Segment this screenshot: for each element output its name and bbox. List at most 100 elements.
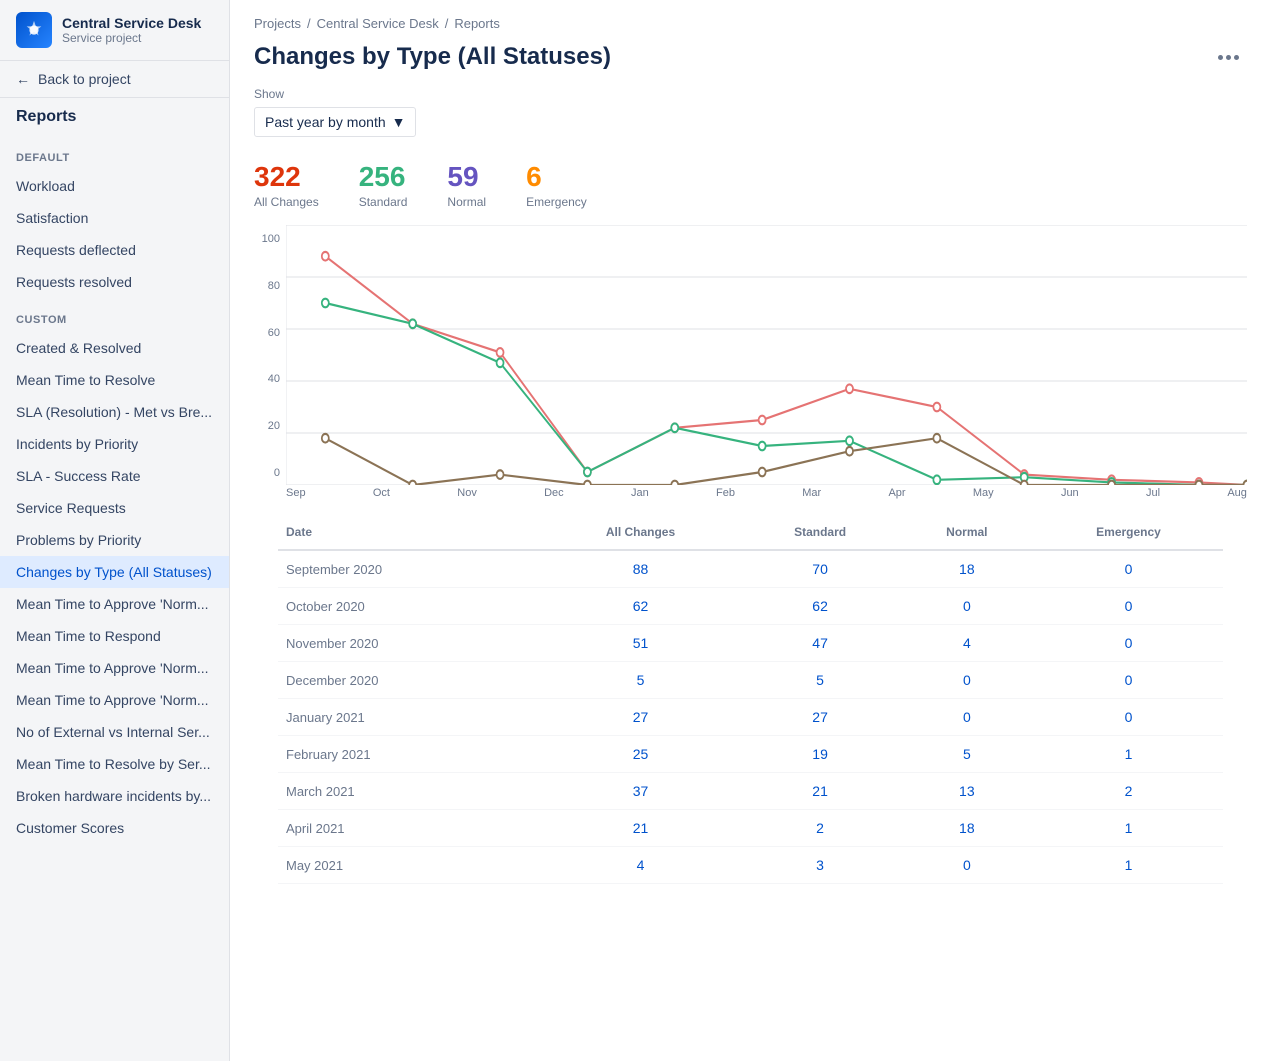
sidebar-item-satisfaction[interactable]: Satisfaction: [0, 202, 229, 234]
sidebar-item-service-requests[interactable]: Service Requests: [0, 492, 229, 524]
cell-normal-1: 0: [900, 588, 1034, 625]
sidebar-item-sla-resolution[interactable]: SLA (Resolution) - Met vs Bre...: [0, 396, 229, 428]
x-label-may: May: [973, 487, 994, 499]
cell-all-2: 51: [541, 625, 741, 662]
x-label-apr: Apr: [888, 487, 905, 499]
table-row: March 2021 37 21 13 2: [278, 773, 1223, 810]
sidebar: Central Service Desk Service project ← B…: [0, 0, 230, 1061]
cell-normal-2: 4: [900, 625, 1034, 662]
cell-date-5: February 2021: [278, 736, 541, 773]
cell-emergency-2: 0: [1034, 625, 1223, 662]
x-label-mar: Mar: [802, 487, 821, 499]
sidebar-item-customer-scores[interactable]: Customer Scores: [0, 812, 229, 844]
sidebar-item-changes-type[interactable]: Changes by Type (All Statuses): [0, 556, 229, 588]
y-label-60: 60: [268, 327, 280, 339]
cell-standard-4: 27: [740, 699, 899, 736]
x-label-jun: Jun: [1061, 487, 1079, 499]
sidebar-item-created-resolved[interactable]: Created & Resolved: [0, 332, 229, 364]
sidebar-item-mta-norm-3[interactable]: Mean Time to Approve 'Norm...: [0, 684, 229, 716]
project-logo: [16, 12, 52, 48]
dropdown-label: Past year by month: [265, 114, 386, 130]
cell-date-4: January 2021: [278, 699, 541, 736]
show-dropdown[interactable]: Past year by month ▼: [254, 107, 416, 137]
stat-label-all-changes: All Changes: [254, 195, 319, 209]
cell-normal-0: 18: [900, 550, 1034, 588]
cell-emergency-6: 2: [1034, 773, 1223, 810]
stat-standard: 256 Standard: [359, 161, 408, 209]
x-label-sep: Sep: [286, 487, 306, 499]
stat-value-standard: 256: [359, 161, 408, 193]
sidebar-item-incidents-priority[interactable]: Incidents by Priority: [0, 428, 229, 460]
breadcrumb: Projects / Central Service Desk / Report…: [230, 0, 1271, 39]
sidebar-item-problems-priority[interactable]: Problems by Priority: [0, 524, 229, 556]
x-label-feb: Feb: [716, 487, 735, 499]
col-header-date: Date: [278, 515, 541, 550]
y-label-0: 0: [274, 467, 280, 479]
stat-label-standard: Standard: [359, 195, 408, 209]
x-label-jul: Jul: [1146, 487, 1160, 499]
cell-standard-8: 3: [740, 847, 899, 884]
cell-emergency-0: 0: [1034, 550, 1223, 588]
y-axis: 100 80 60 40 20 0: [254, 225, 286, 499]
cell-date-1: October 2020: [278, 588, 541, 625]
project-type: Service project: [62, 31, 201, 45]
sidebar-item-workload[interactable]: Workload: [0, 170, 229, 202]
breadcrumb-reports: Reports: [454, 16, 500, 31]
sidebar-item-sla-success[interactable]: SLA - Success Rate: [0, 460, 229, 492]
stat-emergency: 6 Emergency: [526, 161, 587, 209]
main-content: Projects / Central Service Desk / Report…: [230, 0, 1271, 1061]
x-axis-labels: Sep Oct Nov Dec Jan Feb Mar Apr May Jun …: [286, 485, 1247, 499]
sidebar-item-mtr[interactable]: Mean Time to Resolve: [0, 364, 229, 396]
stat-value-emergency: 6: [526, 161, 587, 193]
sidebar-project-header: Central Service Desk Service project: [0, 0, 229, 61]
y-label-20: 20: [268, 420, 280, 432]
chevron-down-icon: ▼: [392, 114, 406, 130]
cell-standard-5: 19: [740, 736, 899, 773]
cell-normal-5: 5: [900, 736, 1034, 773]
table-header-row: Date All Changes Standard Normal Emergen…: [278, 515, 1223, 550]
x-label-oct: Oct: [373, 487, 390, 499]
table-row: January 2021 27 27 0 0: [278, 699, 1223, 736]
table-row: May 2021 4 3 0 1: [278, 847, 1223, 884]
sidebar-item-mtr-respond[interactable]: Mean Time to Respond: [0, 620, 229, 652]
cell-date-3: December 2020: [278, 662, 541, 699]
cell-standard-6: 21: [740, 773, 899, 810]
custom-section-title: CUSTOM: [0, 298, 229, 332]
cell-standard-7: 2: [740, 810, 899, 847]
col-header-standard: Standard: [740, 515, 899, 550]
cell-normal-7: 18: [900, 810, 1034, 847]
stat-all-changes: 322 All Changes: [254, 161, 319, 209]
breadcrumb-projects[interactable]: Projects: [254, 16, 301, 31]
x-label-nov: Nov: [457, 487, 477, 499]
y-label-80: 80: [268, 280, 280, 292]
sidebar-item-requests-resolved[interactable]: Requests resolved: [0, 266, 229, 298]
table-row: December 2020 5 5 0 0: [278, 662, 1223, 699]
col-header-all-changes: All Changes: [541, 515, 741, 550]
cell-emergency-5: 1: [1034, 736, 1223, 773]
show-section: Show Past year by month ▼: [230, 87, 1271, 153]
stat-normal: 59 Normal: [447, 161, 486, 209]
page-header: Changes by Type (All Statuses): [230, 39, 1271, 87]
chart-svg: [286, 225, 1247, 485]
more-dot-2: [1226, 55, 1231, 60]
sidebar-item-mta-norm-1[interactable]: Mean Time to Approve 'Norm...: [0, 588, 229, 620]
sidebar-item-requests-deflected[interactable]: Requests deflected: [0, 234, 229, 266]
breadcrumb-central-service-desk[interactable]: Central Service Desk: [317, 16, 439, 31]
back-to-project-button[interactable]: ← Back to project: [0, 61, 229, 98]
table-row: September 2020 88 70 18 0: [278, 550, 1223, 588]
project-name: Central Service Desk: [62, 15, 201, 31]
cell-emergency-4: 0: [1034, 699, 1223, 736]
cell-date-8: May 2021: [278, 847, 541, 884]
sidebar-item-mta-norm-2[interactable]: Mean Time to Approve 'Norm...: [0, 652, 229, 684]
cell-date-0: September 2020: [278, 550, 541, 588]
chart-wrapper: 100 80 60 40 20 0: [254, 225, 1247, 499]
more-options-button[interactable]: [1210, 51, 1247, 64]
back-label: Back to project: [38, 71, 131, 87]
table-row: February 2021 25 19 5 1: [278, 736, 1223, 773]
col-header-normal: Normal: [900, 515, 1034, 550]
sidebar-item-broken-hardware[interactable]: Broken hardware incidents by...: [0, 780, 229, 812]
sidebar-item-mtr-service[interactable]: Mean Time to Resolve by Ser...: [0, 748, 229, 780]
cell-all-5: 25: [541, 736, 741, 773]
sidebar-item-external-internal[interactable]: No of External vs Internal Ser...: [0, 716, 229, 748]
cell-normal-8: 0: [900, 847, 1034, 884]
